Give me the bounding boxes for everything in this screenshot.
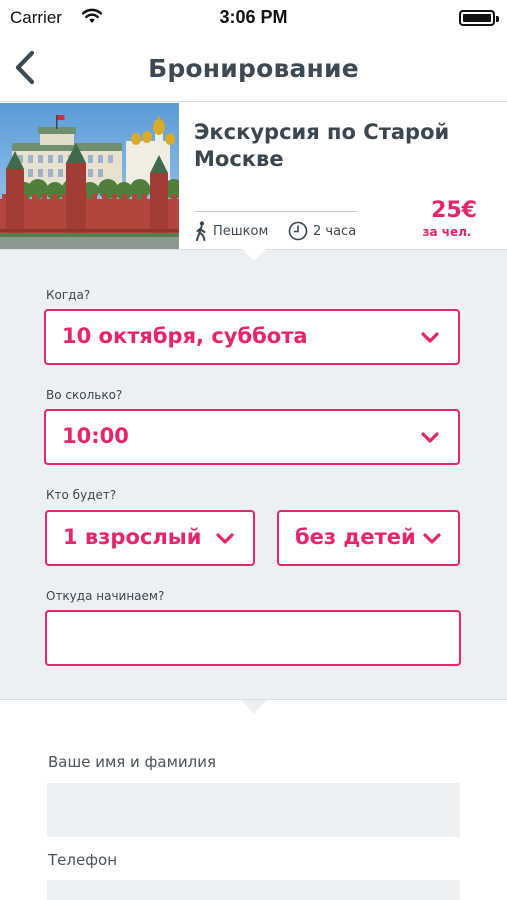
walking-person-icon (196, 221, 206, 241)
children-select[interactable]: без детей (277, 510, 460, 566)
section-notch-bottom (241, 700, 267, 714)
status-time: 3:06 PM (219, 7, 288, 27)
adults-value: 1 взрослый (63, 525, 202, 549)
guests-label: Кто будет? (46, 488, 117, 502)
phone-input[interactable] (47, 880, 460, 900)
tour-duration: 2 часа (288, 220, 356, 242)
date-value: 10 октября, суббота (62, 324, 308, 348)
tour-price-unit: за чел. (422, 225, 472, 239)
date-select[interactable]: 10 октября, суббота (44, 309, 460, 365)
clock-icon (288, 221, 308, 241)
tour-image (0, 103, 179, 249)
navigation-bar: Бронирование (0, 36, 507, 102)
phone-label: Телефон (48, 851, 118, 869)
adults-select[interactable]: 1 взрослый (45, 510, 255, 566)
chevron-down-icon (421, 432, 439, 443)
tour-duration-label: 2 часа (313, 223, 357, 239)
section-notch-top (241, 248, 267, 261)
chevron-down-icon (216, 533, 234, 544)
start-location-input[interactable] (45, 610, 461, 666)
page-title: Бронирование (148, 54, 359, 83)
date-label: Когда? (46, 288, 91, 302)
tour-price: 25€ (431, 198, 477, 223)
name-input[interactable] (47, 783, 460, 837)
name-label: Ваше имя и фамилия (48, 753, 217, 771)
battery-icon (459, 10, 499, 26)
time-select[interactable]: 10:00 (44, 409, 460, 465)
start-location-label: Откуда начинаем? (46, 589, 165, 603)
meta-divider (194, 211, 358, 212)
time-label: Во сколько? (46, 388, 123, 402)
tour-transport: Пешком (194, 220, 268, 242)
children-value: без детей (295, 525, 416, 549)
chevron-down-icon (421, 332, 439, 343)
time-value: 10:00 (62, 424, 129, 448)
status-bar: Carrier 3:06 PM (0, 0, 507, 36)
tour-title: Экскурсия по Старой Москве (194, 120, 450, 171)
tour-transport-label: Пешком (213, 223, 269, 239)
chevron-down-icon (423, 533, 441, 544)
